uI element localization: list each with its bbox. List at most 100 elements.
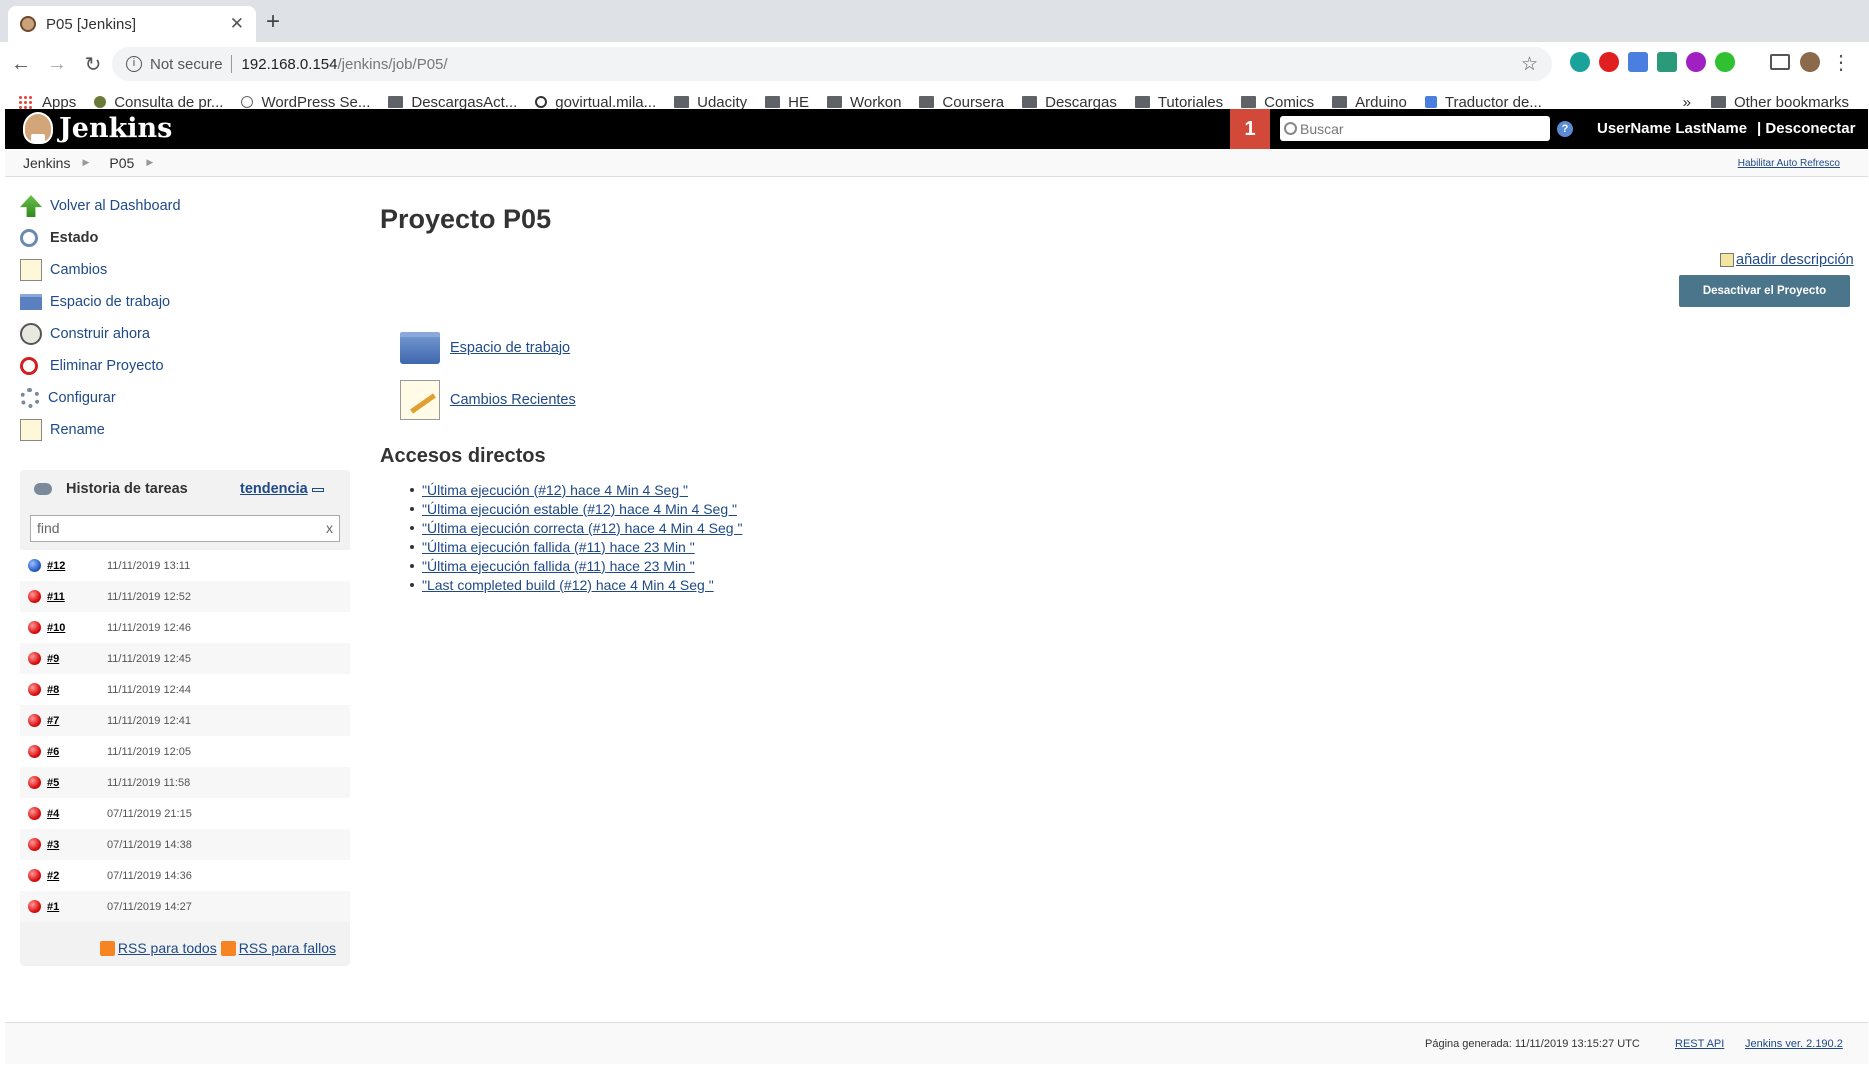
task-back-dashboard[interactable]: Volver al Dashboard [20,190,350,222]
task-delete-project[interactable]: Eliminar Proyecto [20,350,350,382]
bookmark-traductor[interactable]: Traductor de... [1424,94,1542,111]
notification-badge[interactable]: 1 [1230,109,1270,149]
task-changes[interactable]: Cambios [20,254,350,286]
site-icon [535,96,548,108]
auto-refresh-link[interactable]: Habilitar Auto Refresco [1738,158,1840,169]
reload-icon[interactable]: ↻ [78,52,108,77]
breadcrumb-arrow-icon[interactable]: ▶ [82,157,89,168]
extension-eyedropper-icon[interactable] [1657,52,1677,72]
bookmarks-overflow-icon[interactable]: » [1683,94,1691,111]
page-footer: Página generada: 11/11/2019 13:15:27 UTC… [5,1022,1868,1064]
rest-api-link[interactable]: REST API [1675,1038,1724,1050]
bookmark-descargasact[interactable]: DescargasAct... [388,94,517,111]
bookmark-arduino[interactable]: Arduino [1332,94,1407,111]
user-link[interactable]: UserName LastName [1597,120,1747,137]
clear-filter-icon[interactable]: x [326,516,333,541]
build-number-link[interactable]: #7 [47,715,107,727]
bookmark-govirtual[interactable]: govirtual.mila... [535,94,656,111]
rss-failed-link[interactable]: RSS para fallos [220,940,336,956]
build-row[interactable]: #9 11/11/2019 12:45 [20,643,350,674]
address-bar[interactable]: i Not secure 192.168.0.154/jenkins/job/P… [112,47,1552,81]
profile-avatar[interactable] [1800,52,1820,72]
build-number-link[interactable]: #6 [47,746,107,758]
task-workspace[interactable]: Espacio de trabajo [20,286,350,318]
task-build-now[interactable]: Construir ahora [20,318,350,350]
shortcut-item[interactable]: "Última ejecución fallida (#11) hace 23 … [410,556,742,575]
build-date: 07/11/2019 21:15 [107,807,192,820]
forward-icon[interactable]: → [42,53,72,76]
bookmark-tutoriales[interactable]: Tutoriales [1134,94,1223,111]
bookmark-comics[interactable]: Comics [1241,94,1314,111]
extension-m-icon[interactable] [1570,52,1590,72]
collapse-icon[interactable] [312,488,324,492]
build-number-link[interactable]: #11 [47,591,107,603]
bookmark-he[interactable]: HE [765,94,809,111]
bookmark-wordpress[interactable]: WordPress Se... [241,94,370,111]
breadcrumb-p05[interactable]: P05 [109,155,134,171]
build-row[interactable]: #3 07/11/2019 14:38 [20,829,350,860]
build-number-link[interactable]: #4 [47,808,107,820]
build-row[interactable]: #8 11/11/2019 12:44 [20,674,350,705]
shortcut-item[interactable]: "Last completed build (#12) hace 4 Min 4… [410,575,742,594]
build-row[interactable]: #7 11/11/2019 12:41 [20,705,350,736]
build-row[interactable]: #6 11/11/2019 12:05 [20,736,350,767]
bookmark-coursera[interactable]: Coursera [919,94,1004,111]
search-icon [1284,122,1297,135]
jenkins-logo[interactable]: Jenkins [23,112,172,144]
build-number-link[interactable]: #5 [47,777,107,789]
build-number-link[interactable]: #10 [47,622,107,634]
help-icon[interactable]: ? [1557,121,1573,137]
search-input[interactable]: Buscar [1280,116,1550,141]
bookmark-apps[interactable]: Apps [18,94,76,111]
extension-adblock-icon[interactable] [1599,52,1619,72]
trend-link[interactable]: tendencia [240,481,308,497]
bookmark-descargas[interactable]: Descargas [1022,94,1117,111]
back-icon[interactable]: ← [6,53,36,76]
bookmark-consulta[interactable]: Consulta de pr... [94,94,223,111]
logout-link[interactable]: | Desconectar [1757,120,1855,137]
new-tab-icon[interactable]: + [266,8,280,36]
build-row[interactable]: #5 11/11/2019 11:58 [20,767,350,798]
extension-translate-icon[interactable] [1628,52,1648,72]
build-row[interactable]: #2 07/11/2019 14:36 [20,860,350,891]
shortcut-item[interactable]: "Última ejecución estable (#12) hace 4 M… [410,499,742,518]
browser-tab[interactable]: P05 [Jenkins] ✕ [8,6,256,42]
build-number-link[interactable]: #9 [47,653,107,665]
build-number-link[interactable]: #1 [47,901,107,913]
build-row[interactable]: #11 11/11/2019 12:52 [20,581,350,612]
extension-purple-icon[interactable] [1686,52,1706,72]
task-rename[interactable]: Rename [20,414,350,446]
build-row[interactable]: #12 11/11/2019 13:11 [20,550,350,581]
cast-icon[interactable] [1770,54,1790,70]
recent-changes-link[interactable]: Cambios Recientes [400,380,576,420]
bookmark-other[interactable]: Other bookmarks [1710,94,1849,111]
shortcut-item[interactable]: "Última ejecución (#12) hace 4 Min 4 Seg… [410,480,742,499]
disable-project-button[interactable]: Desactivar el Proyecto [1679,275,1850,307]
bookmark-star-icon[interactable]: ☆ [1521,53,1538,76]
info-icon[interactable]: i [126,56,142,72]
shortcut-item[interactable]: "Última ejecución fallida (#11) hace 23 … [410,537,742,556]
build-number-link[interactable]: #2 [47,870,107,882]
shortcut-item[interactable]: "Última ejecución correcta (#12) hace 4 … [410,518,742,537]
workspace-link[interactable]: Espacio de trabajo [400,332,570,364]
build-row[interactable]: #10 11/11/2019 12:46 [20,612,350,643]
build-row[interactable]: #4 07/11/2019 21:15 [20,798,350,829]
build-filter-input[interactable]: find x [30,515,340,542]
folder-icon [400,332,440,364]
close-tab-icon[interactable]: ✕ [230,14,244,34]
breadcrumb-arrow-icon[interactable]: ▶ [146,157,153,168]
bookmark-workon[interactable]: Workon [827,94,901,111]
browser-menu-icon[interactable]: ⋮ [1831,50,1851,75]
task-configure[interactable]: Configurar [20,382,350,414]
build-number-link[interactable]: #3 [47,839,107,851]
bookmark-udacity[interactable]: Udacity [674,94,747,111]
add-description-link[interactable]: añadir descripción [1720,252,1854,268]
build-number-link[interactable]: #8 [47,684,107,696]
build-row[interactable]: #1 07/11/2019 14:27 [20,891,350,922]
jenkins-version-link[interactable]: Jenkins ver. 2.190.2 [1745,1038,1843,1050]
build-number-link[interactable]: #12 [47,560,107,572]
breadcrumb-jenkins[interactable]: Jenkins [23,155,70,171]
rss-all-link[interactable]: RSS para todos [99,940,217,956]
task-status[interactable]: Estado [20,222,350,254]
extension-green-icon[interactable] [1715,52,1735,72]
